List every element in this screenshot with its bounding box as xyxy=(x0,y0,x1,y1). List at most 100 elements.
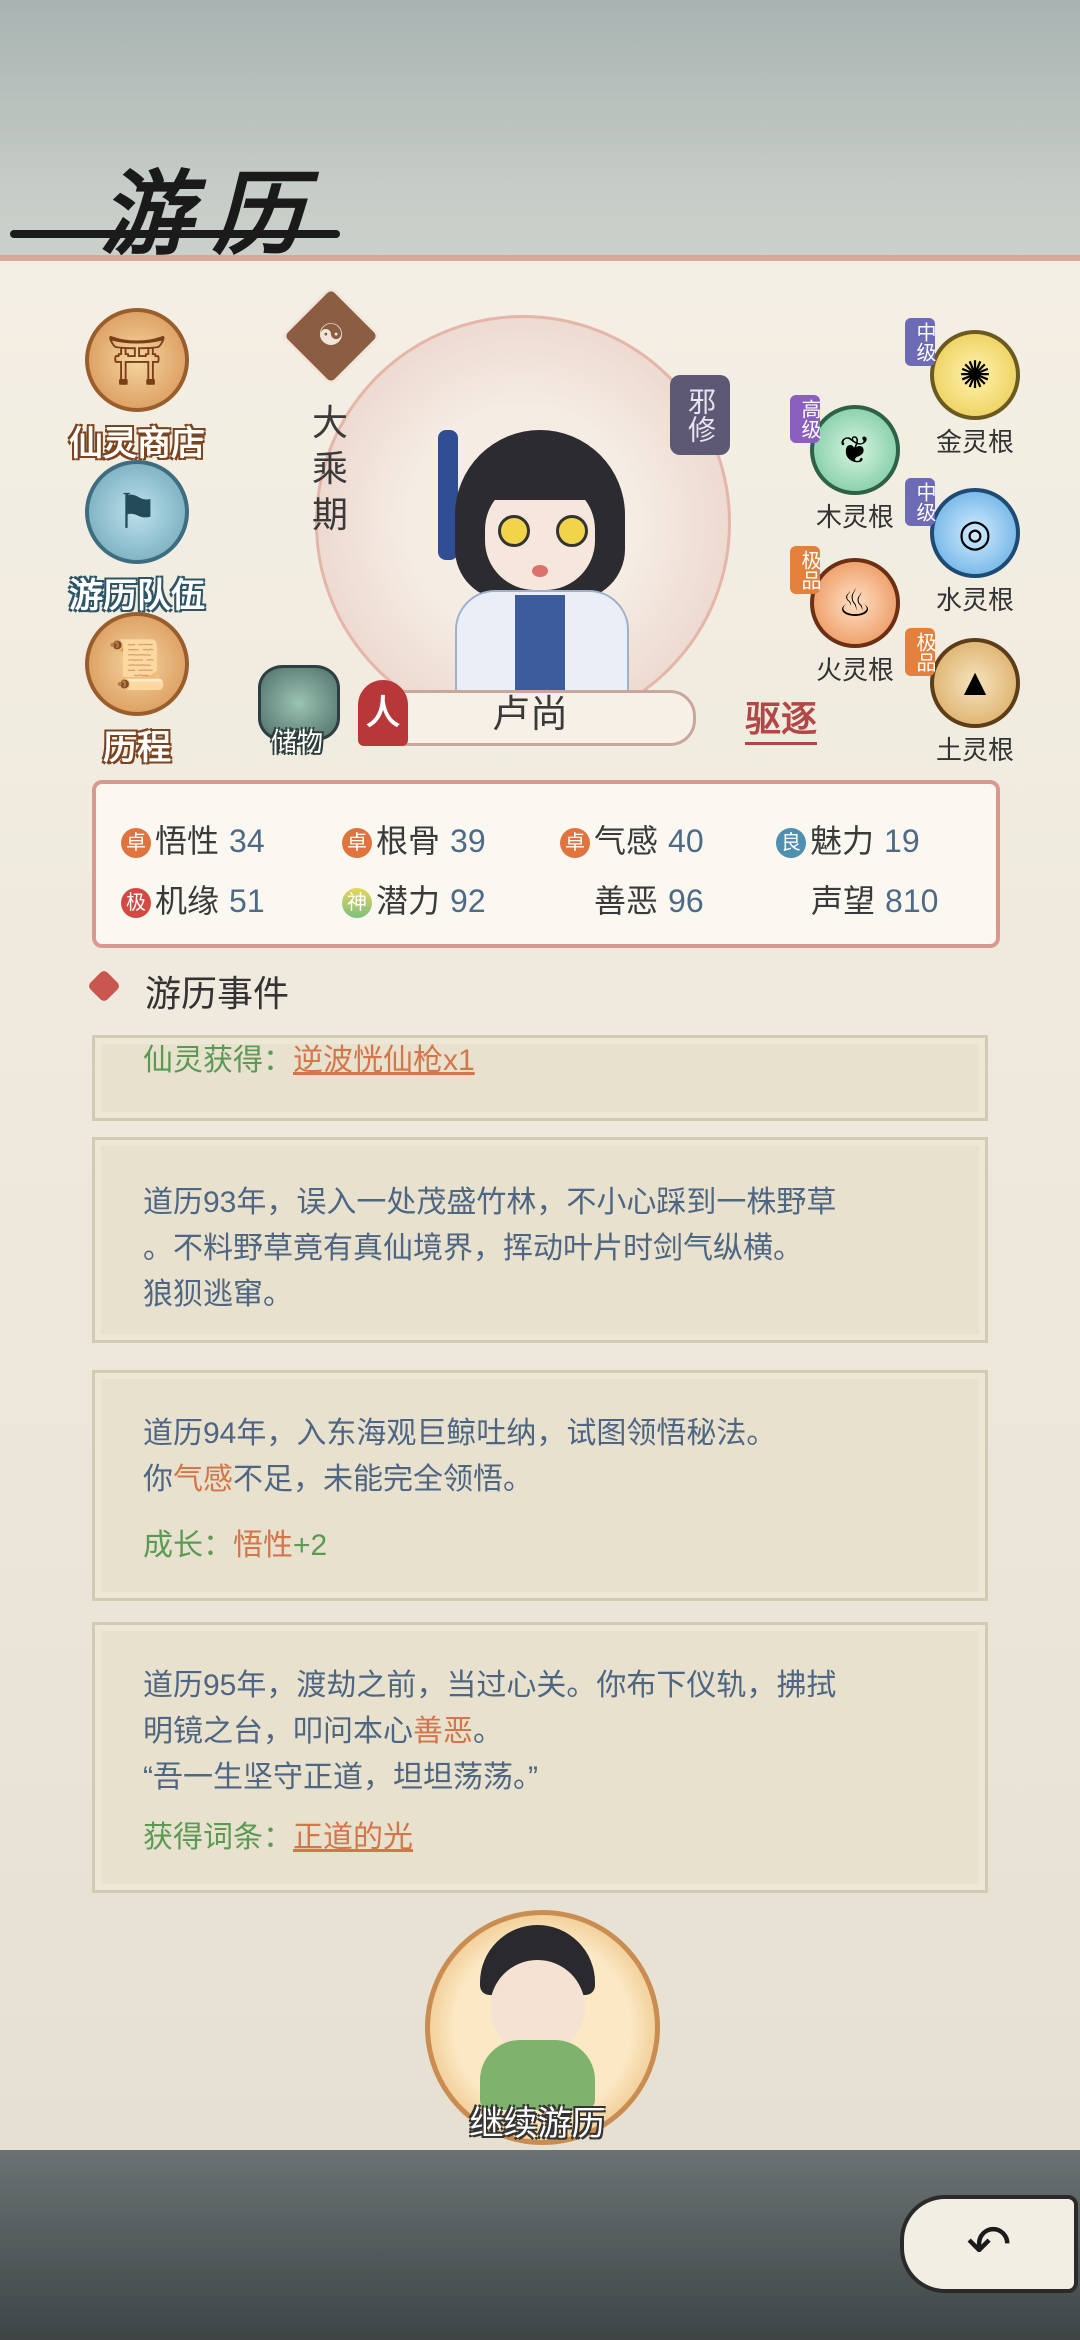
stat-label: 魅力 xyxy=(810,823,875,859)
event-quote: “吾一生坚守正道，坦坦荡荡。” xyxy=(143,1761,538,1794)
attribute-panel: 卓悟性 34 卓根骨 39 卓气感 40 良魅力 19 极机缘 51 神潜力 92 善恶 96… xyxy=(92,780,1000,948)
spirit-root-earth[interactable]: ▲ 土灵根 极品 xyxy=(905,628,1040,767)
stat-label: 悟性 xyxy=(155,823,220,859)
stat-jiyuan: 极机缘 51 xyxy=(121,876,265,922)
event-line: 你气感不足，未能完全领悟。 xyxy=(143,1457,533,1503)
character-robe-sash xyxy=(515,595,565,700)
event-line: 狼狈逃窜。 xyxy=(143,1278,293,1311)
event-highlight: 气感 xyxy=(173,1463,233,1496)
event-footer-label: 成长： xyxy=(143,1529,233,1562)
event-highlight: 悟性 xyxy=(233,1529,293,1562)
stat-value: 810 xyxy=(885,883,939,919)
spirit-root-water[interactable]: ◎ 水灵根 中级 xyxy=(905,478,1040,617)
menu-history-button[interactable]: 📜 历程 xyxy=(47,612,227,769)
spirit-root-label: 土灵根 xyxy=(935,735,1014,765)
back-arrow-icon: ↶ xyxy=(966,2214,1012,2275)
stat-meili: 良魅力 19 xyxy=(776,816,920,862)
team-icon: ⚑ xyxy=(85,460,189,564)
stat-label: 声望 xyxy=(811,883,876,919)
event-card: 道历93年，误入一处茂盛竹林，不小心踩到一株野草 。不料野草竟有真仙境界，挥动叶… xyxy=(92,1137,988,1343)
event-highlight: 善恶 xyxy=(413,1715,473,1748)
event-footer-label: 获得词条： xyxy=(143,1821,293,1854)
stat-label: 机缘 xyxy=(155,883,220,919)
stat-grade-badge: 卓 xyxy=(560,828,590,858)
event-footer: 获得词条：正道的光 xyxy=(143,1815,413,1861)
stat-grade-badge: 良 xyxy=(776,828,806,858)
character-name: 卢尚 xyxy=(491,694,568,736)
stat-value: 19 xyxy=(884,823,920,859)
event-text: 。 xyxy=(473,1715,503,1748)
spirit-root-label: 木灵根 xyxy=(815,502,894,532)
shop-icon: ⛩ xyxy=(85,308,189,412)
alignment-tag: 邪修 xyxy=(670,375,730,455)
stat-value: 51 xyxy=(229,883,265,919)
spirit-root-grade: 高级 xyxy=(790,395,820,443)
menu-shop-label: 仙灵商店 xyxy=(69,425,205,463)
stat-qigan: 卓气感 40 xyxy=(560,816,704,862)
menu-team-label: 游历队伍 xyxy=(69,577,205,615)
spirit-root-metal[interactable]: ✺ 金灵根 中级 xyxy=(905,318,1040,459)
stat-label: 善恶 xyxy=(594,883,659,919)
stat-wuxing: 卓悟性 34 xyxy=(121,816,265,862)
event-card: 道历95年，渡劫之前，当过心关。你布下仪轨，拂拭 明镜之台，叩问本心善恶。 “吾… xyxy=(92,1622,988,1893)
menu-team-button[interactable]: ⚑ 游历队伍 xyxy=(47,460,227,617)
expel-button[interactable]: 驱逐 xyxy=(745,690,818,745)
item-link[interactable]: 逆波恍仙枪x1 xyxy=(293,1044,475,1077)
stat-label: 气感 xyxy=(594,823,659,859)
race-tag: 人 xyxy=(358,680,408,746)
stat-value: 96 xyxy=(668,883,704,919)
stat-label: 根骨 xyxy=(376,823,441,859)
event-line: 道历95年，渡劫之前，当过心关。你布下仪轨，拂拭 xyxy=(143,1669,837,1702)
character-mouth xyxy=(532,565,548,577)
event-growth-value: +2 xyxy=(293,1529,328,1562)
stat-shane: 善恶 96 xyxy=(594,876,704,922)
menu-shop-button[interactable]: ⛩ 仙灵商店 xyxy=(47,308,227,465)
event-footer: 成长：悟性+2 xyxy=(143,1523,327,1569)
stat-label: 潜力 xyxy=(376,883,441,919)
spirit-root-label: 火灵根 xyxy=(815,655,894,685)
menu-history-label: 历程 xyxy=(103,729,171,767)
stat-value: 92 xyxy=(450,883,486,919)
storage-label[interactable]: 储物 xyxy=(262,722,332,759)
page-title: 游历 xyxy=(100,160,325,268)
continue-journey-label[interactable]: 继续游历 xyxy=(425,2096,650,2145)
character-eye-right xyxy=(556,515,588,547)
event-line: 明镜之台，叩问本心善恶。 xyxy=(143,1709,503,1755)
stat-value: 39 xyxy=(450,823,486,859)
event-text: 你 xyxy=(143,1463,173,1496)
earth-root-icon: ▲ xyxy=(930,638,1020,728)
stat-shengwang: 声望 810 xyxy=(811,876,938,922)
event-text: 不足，未能完全领悟。 xyxy=(233,1463,533,1496)
stat-value: 40 xyxy=(668,823,704,859)
stat-gengu: 卓根骨 39 xyxy=(342,816,486,862)
wood-root-icon: ❦ xyxy=(810,405,900,495)
event-text: 明镜之台，叩问本心 xyxy=(143,1715,413,1748)
water-root-icon: ◎ xyxy=(930,488,1020,578)
spirit-root-wood[interactable]: ❦ 木灵根 高级 xyxy=(790,395,920,534)
trait-link[interactable]: 正道的光 xyxy=(293,1821,413,1854)
event-line: 道历93年，误入一处茂盛竹林，不小心踩到一株野草 xyxy=(143,1186,837,1219)
spirit-root-grade: 中级 xyxy=(905,318,935,366)
spirit-root-label: 水灵根 xyxy=(935,585,1014,615)
stat-grade-badge: 卓 xyxy=(121,828,151,858)
event-card: 仙灵获得：逆波恍仙枪x1 xyxy=(92,1035,988,1121)
character-bangs xyxy=(480,440,600,500)
spirit-root-grade: 极品 xyxy=(790,546,820,594)
title-underline xyxy=(10,230,340,238)
event-line: 道历94年，入东海观巨鲸吐纳，试图领悟秘法。 xyxy=(143,1417,777,1450)
spirit-root-fire[interactable]: ♨ 火灵根 极品 xyxy=(790,546,920,687)
scroll-icon: 📜 xyxy=(85,612,189,716)
spirit-root-label: 金灵根 xyxy=(935,427,1014,457)
events-section-title: 游历事件 xyxy=(145,973,290,1014)
back-button[interactable]: ↶ xyxy=(900,2195,1078,2293)
event-footer: 仙灵获得：逆波恍仙枪x1 xyxy=(143,1038,475,1084)
stat-grade-badge: 卓 xyxy=(342,828,372,858)
stat-value: 34 xyxy=(229,823,265,859)
metal-root-icon: ✺ xyxy=(930,330,1020,420)
stat-grade-badge: 神 xyxy=(342,888,372,918)
stat-grade-badge: 极 xyxy=(121,888,151,918)
event-line: 。不料野草竟有真仙境界，挥动叶片时剑气纵横。 xyxy=(143,1232,803,1265)
fire-root-icon: ♨ xyxy=(810,558,900,648)
stat-qianli: 神潜力 92 xyxy=(342,876,486,922)
spirit-root-grade: 中级 xyxy=(905,478,935,526)
